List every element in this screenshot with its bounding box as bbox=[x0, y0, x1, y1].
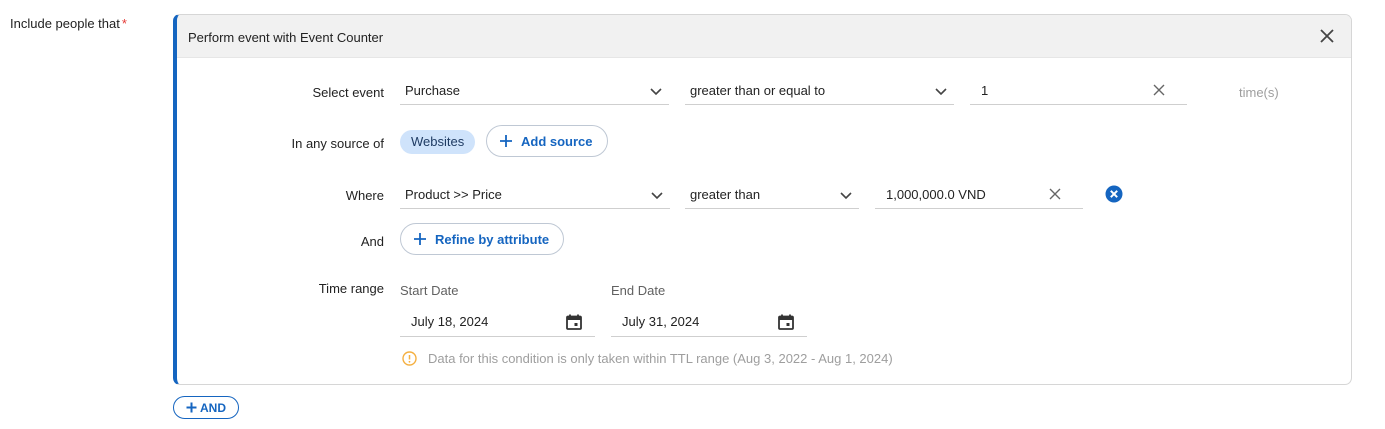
event-operator-select[interactable]: greater than or equal to bbox=[685, 75, 954, 105]
event-select[interactable]: Purchase bbox=[400, 75, 669, 105]
and-label: And bbox=[360, 234, 384, 249]
chevron-down-icon bbox=[935, 88, 947, 96]
plus-icon bbox=[414, 233, 426, 245]
calendar-icon[interactable] bbox=[565, 313, 583, 331]
select-event-label: Select event bbox=[312, 85, 384, 100]
attribute-operator-value: greater than bbox=[690, 187, 761, 202]
plus-icon bbox=[186, 402, 197, 413]
include-people-label: Include people that * bbox=[10, 16, 127, 31]
end-date-label: End Date bbox=[611, 283, 666, 298]
end-date-value: July 31, 2024 bbox=[622, 314, 700, 329]
ttl-note-text: Data for this condition is only taken wi… bbox=[428, 351, 893, 366]
condition-card-header: Perform event with Event Counter bbox=[177, 15, 1351, 58]
start-date-value: July 18, 2024 bbox=[411, 314, 489, 329]
refine-by-attribute-label: Refine by attribute bbox=[435, 231, 550, 247]
attribute-value-input[interactable]: 1,000,000.0 VND bbox=[875, 179, 1083, 209]
attribute-select[interactable]: Product >> Price bbox=[400, 179, 670, 209]
source-chip-websites[interactable]: Websites bbox=[400, 130, 476, 154]
add-source-label: Add source bbox=[521, 133, 593, 149]
condition-card: Perform event with Event Counter Select … bbox=[173, 14, 1352, 385]
chevron-down-icon bbox=[840, 192, 852, 200]
remove-circle-icon[interactable] bbox=[1105, 185, 1123, 203]
event-count-value: 1 bbox=[981, 83, 989, 98]
add-source-button[interactable]: Add source bbox=[486, 125, 608, 157]
where-label: Where bbox=[345, 188, 384, 203]
add-and-label: AND bbox=[200, 400, 226, 415]
count-unit: time(s) bbox=[1239, 85, 1279, 100]
attribute-value: 1,000,000.0 VND bbox=[886, 187, 986, 202]
attribute-select-value: Product >> Price bbox=[405, 187, 502, 202]
start-date-label: Start Date bbox=[400, 283, 459, 298]
event-operator-value: greater than or equal to bbox=[690, 83, 826, 98]
ttl-note: Data for this condition is only taken wi… bbox=[402, 351, 893, 366]
source-label: In any source of bbox=[291, 136, 385, 151]
refine-by-attribute-button[interactable]: Refine by attribute bbox=[400, 223, 565, 255]
close-icon[interactable] bbox=[1317, 26, 1337, 46]
add-and-button[interactable]: AND bbox=[173, 396, 239, 419]
start-date-input[interactable]: July 18, 2024 bbox=[400, 305, 595, 337]
info-icon bbox=[402, 351, 417, 366]
clear-icon[interactable] bbox=[1049, 188, 1061, 200]
chevron-down-icon bbox=[651, 192, 663, 200]
event-select-value: Purchase bbox=[405, 83, 460, 98]
include-people-label-text: Include people that bbox=[10, 16, 120, 31]
chevron-down-icon bbox=[650, 88, 662, 96]
clear-icon[interactable] bbox=[1153, 84, 1165, 96]
plus-icon bbox=[500, 135, 512, 147]
calendar-icon[interactable] bbox=[777, 313, 795, 331]
end-date-input[interactable]: July 31, 2024 bbox=[611, 305, 807, 337]
time-range-label: Time range bbox=[318, 281, 384, 296]
event-count-input[interactable]: 1 bbox=[970, 75, 1187, 105]
attribute-operator-select[interactable]: greater than bbox=[685, 179, 859, 209]
condition-title: Perform event with Event Counter bbox=[188, 30, 384, 45]
required-mark: * bbox=[121, 16, 127, 31]
